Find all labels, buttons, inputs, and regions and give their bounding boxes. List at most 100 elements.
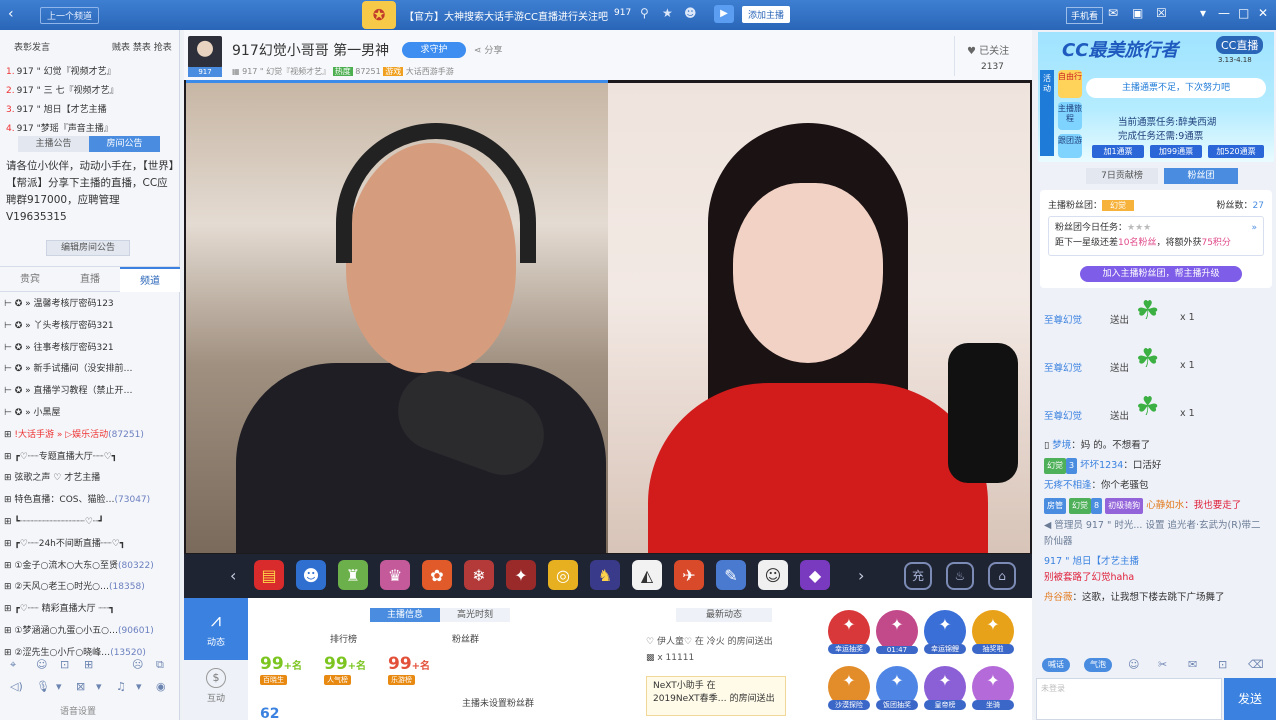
news-item[interactable]: ♡ 伊人童♡ 在 冷火 的房间送出 ▩ x 11111 (646, 634, 822, 666)
gift-icon[interactable]: ♞ (590, 560, 620, 590)
nav-interact[interactable]: $ 互动 (184, 668, 248, 704)
bag-icon[interactable]: ♨ (946, 562, 974, 590)
chat-user[interactable]: 坏坏1234 (1080, 460, 1123, 471)
menu-icon[interactable]: ▾ (1200, 6, 1206, 20)
join-fan-club-button[interactable]: 加入主播粉丝团，帮主播升级 (1080, 266, 1242, 282)
back-arrow-icon[interactable]: ‹ (8, 6, 14, 22)
user-icon[interactable]: ☺ (36, 658, 47, 671)
mic-dropdown-icon[interactable]: ▾ (56, 680, 62, 693)
chat-user[interactable]: 梦境 (1052, 440, 1071, 451)
nav-dynamic[interactable]: ⩘ 动态 (184, 598, 248, 660)
voice-settings[interactable]: 语音设置 (60, 704, 96, 717)
gift-icon[interactable]: ☺ (758, 560, 788, 590)
scissors-icon[interactable]: ✂ (1158, 658, 1167, 671)
add-520-ticket-button[interactable]: 加520通票 (1208, 145, 1264, 158)
activity-item[interactable]: ✦ 饭团抽奖 (876, 666, 918, 710)
add-host-button[interactable]: 添加主播 (742, 6, 791, 23)
channel-item[interactable]: ⊞ 特色直播：COS、猫脸…(73047) (4, 490, 174, 512)
gift-icon[interactable]: ◆ (800, 560, 830, 590)
face-icon[interactable]: ☹ (132, 658, 143, 671)
speaker-icon[interactable]: ◁) (10, 680, 23, 693)
maximize-icon[interactable]: □ (1238, 6, 1249, 20)
rank-badge[interactable]: 99+名 百晓生 (260, 654, 314, 685)
shop-icon[interactable]: ⌂ (988, 562, 1016, 590)
chat-user[interactable]: 舟谷薇 (1044, 592, 1073, 603)
gift-next-icon[interactable]: › (858, 566, 864, 585)
red-packet-icon[interactable]: ▤ (254, 560, 284, 590)
activity-item[interactable]: ✦ 幸运锦鲤 (924, 610, 966, 654)
channel-item[interactable]: ⊞ ┏♡┈┈24h不间断直播┈┈♡┓ (4, 534, 174, 556)
share-button[interactable]: ⋖ 分享 (474, 43, 502, 56)
top-notice[interactable]: 【官方】大神搜索大话手游CC直播进行关注吧 (404, 8, 608, 23)
tab-fan-club[interactable]: 粉丝团 (1164, 168, 1238, 184)
edit-notice-button[interactable]: 编辑房间公告 (46, 240, 130, 256)
activity-item[interactable]: ✦ 幸运抽奖 (828, 610, 870, 654)
record-dropdown-icon[interactable]: ▾ (96, 680, 102, 693)
record-icon[interactable]: ⊠ (76, 680, 85, 693)
event-logo-icon[interactable]: ✪ (362, 1, 396, 29)
gift-icon[interactable]: ☻ (296, 560, 326, 590)
gift-icon[interactable]: ✿ (422, 560, 452, 590)
bubble-button[interactable]: 气泡 (1084, 658, 1112, 672)
channel-item[interactable]: ⊢ ✪ » 小黑屋 (4, 403, 174, 425)
add-1-ticket-button[interactable]: 加1通票 (1092, 145, 1144, 158)
tab-room-notice[interactable]: 房间公告 (89, 136, 160, 152)
emoji-icon[interactable]: ☺ (1128, 658, 1139, 671)
tab-vip[interactable]: 贵宾 (0, 267, 60, 292)
mobile-view-button[interactable]: 手机看 (1066, 7, 1104, 24)
chat-user[interactable]: 心静如水 (1146, 500, 1184, 511)
activity-item[interactable]: ✦ 01:47 (876, 610, 918, 654)
channel-item[interactable]: ⊢ ✪ » 直播学习教程（禁止开… (4, 381, 174, 403)
pin-icon[interactable]: ⚲ (640, 6, 649, 20)
promo-side-tab[interactable]: 活动 (1040, 70, 1054, 156)
chat-user[interactable]: 至尊幻觉 (1044, 408, 1082, 422)
rank-badge[interactable]: 99+名 乐游榜 (388, 654, 442, 685)
window-icon[interactable]: ⧉ (156, 658, 164, 672)
channel-item[interactable]: ⊢ ✪ » 往事考核厅密码321 (4, 338, 174, 360)
rank-title[interactable]: 表彰发言 (14, 40, 50, 53)
rank-tabs[interactable]: 贼表 禁表 抢表 (112, 40, 172, 53)
minimize-icon[interactable]: — (1218, 6, 1230, 20)
clear-icon[interactable]: ⌫ (1248, 658, 1264, 671)
close-icon[interactable]: ✕ (1258, 6, 1268, 20)
gift-icon[interactable]: ♜ (338, 560, 368, 590)
channel-item[interactable]: ⊢ ✪ » 新手试播间（没安排前… (4, 359, 174, 381)
people-icon[interactable]: ☻ (684, 6, 697, 20)
send-button[interactable]: 发送 (1224, 678, 1276, 720)
gift-prev-icon[interactable]: ‹ (230, 566, 236, 585)
activity-item[interactable]: ✦ 皇帝榜 (924, 666, 966, 710)
promo-free-travel[interactable]: 自由行 (1058, 70, 1082, 98)
settings-icon[interactable]: ☒ (1156, 6, 1167, 20)
rank-item[interactable]: 1. 917 " 幻觉『视频才艺』 (6, 64, 176, 83)
game-name[interactable]: 大话西游手游 (406, 67, 454, 76)
microphone-icon[interactable]: 🎙 (36, 680, 50, 693)
tab-host-notice[interactable]: 主播公告 (18, 136, 89, 152)
channel-item[interactable]: ⊢ ✪ » 温馨考核厅密码123 (4, 294, 174, 316)
news-item[interactable]: NeXT小助手 在 2019NeXT春季… 的房间送出 (646, 676, 786, 716)
tab-live[interactable]: 直播 (60, 267, 120, 292)
promo-banner[interactable]: CC最美旅行者 CC直播 3.13-4.18 活动 自由行 主播旅程 跟团游 主… (1038, 32, 1274, 162)
activity-item[interactable]: ✦ 抽奖啦 (972, 610, 1014, 654)
tab-highlights[interactable]: 高光时刻 (440, 608, 510, 622)
chat-input[interactable]: 未登录 (1036, 678, 1222, 720)
tab-channel[interactable]: 频道 (120, 267, 180, 292)
rank-item[interactable]: 2. 917 " 三 七『视频才艺』 (6, 83, 176, 102)
activity-item[interactable]: ✦ 坐骑 (972, 666, 1014, 710)
gift-icon[interactable]: ◭ (632, 560, 662, 590)
channel-item[interactable]: ⊞ 弦歌之声 ♡ 才艺主播 (4, 468, 174, 490)
lock-icon[interactable]: ⊡ (60, 658, 69, 671)
prev-channel-button[interactable]: 上一个频道 (40, 7, 100, 24)
camera-icon[interactable]: ▶ (714, 5, 734, 23)
channel-item[interactable]: ⊞ ①金子○流木○大东○至贤(80322) (4, 556, 174, 578)
gift-icon[interactable]: ✈ (674, 560, 704, 590)
activity-item[interactable]: ✦ 沙漠探险 (828, 666, 870, 710)
grid-icon[interactable]: ⊞ (84, 658, 93, 671)
chat-user[interactable]: 917 " 旭日【才艺主播 (1044, 556, 1139, 567)
host-avatar[interactable] (188, 36, 222, 68)
chat-user[interactable]: 无疼不相逢 (1044, 480, 1092, 491)
music-icon[interactable]: ♫ (116, 680, 126, 693)
follow-button[interactable]: ♥ 已关注 2137 (954, 36, 1026, 76)
more-icon[interactable]: ◉ (156, 680, 166, 693)
shout-button[interactable]: 喊话 (1042, 658, 1070, 672)
promo-host-journey[interactable]: 主播旅程 (1058, 102, 1082, 130)
